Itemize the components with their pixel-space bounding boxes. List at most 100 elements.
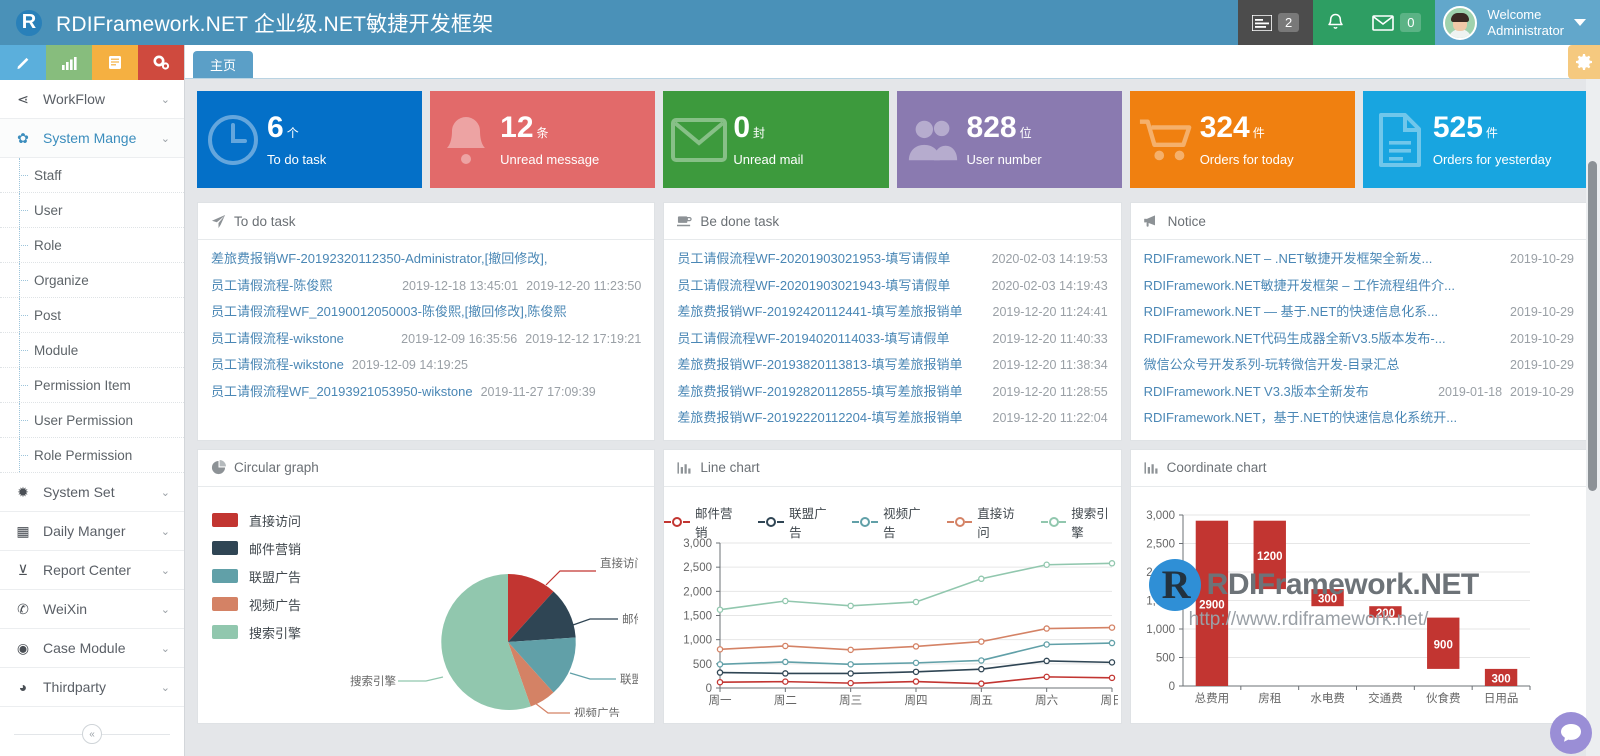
- list-item: 员工请假流程-陈俊熙 2019-12-18 13:45:01 2019-12-20 …: [211, 273, 641, 300]
- list-item-link[interactable]: RDIFramework.NET，基于.NET的快速信息化系统开...: [1144, 405, 1457, 432]
- panel-pie-header: Circular graph: [198, 450, 655, 487]
- sidebar-group-daily-manger[interactable]: ▦ Daily Manger ⌄: [0, 512, 184, 551]
- chevron-down-icon[interactable]: ⌄: [161, 681, 170, 694]
- chat-support-button[interactable]: [1550, 712, 1592, 754]
- x-tick-label: 总费用: [1194, 691, 1229, 705]
- list-item-link[interactable]: RDIFramework.NET代码生成器全新V3.5版本发布-...: [1144, 326, 1446, 353]
- pie-label-0: 直接访问: [600, 556, 638, 570]
- quick-icon-chart[interactable]: [46, 45, 92, 80]
- sidebar-group-thirdparty[interactable]: ◕ Thirdparty ⌄: [0, 668, 184, 707]
- sidebar-item-user[interactable]: User: [0, 193, 184, 228]
- list-item-link[interactable]: 差旅费报销WF-20192420112441-填写差旅报销单: [677, 299, 962, 326]
- brand-area: R RDIFramework.NET 企业级.NET敏捷开发框架: [0, 0, 1238, 45]
- stat-card-unread-mail[interactable]: 0 封 Unread mail: [663, 91, 889, 188]
- list-item-link[interactable]: 差旅费报销WF-20193820113813-填写差旅报销单: [677, 352, 962, 379]
- x-tick-label: 周日: [1101, 694, 1119, 707]
- messages-button[interactable]: 2: [1237, 0, 1314, 45]
- sidebar-item-role[interactable]: Role: [0, 228, 184, 263]
- chevron-down-icon[interactable]: ⌄: [161, 93, 170, 106]
- stat-card-user-number[interactable]: 828 位 User number: [896, 91, 1122, 188]
- chevron-down-icon[interactable]: ⌄: [161, 132, 170, 145]
- mail-button[interactable]: 0: [1358, 0, 1436, 45]
- notifications-button[interactable]: [1313, 0, 1359, 45]
- sidebar-item-module[interactable]: Module: [0, 333, 184, 368]
- stat-card-to-do-task[interactable]: 6 个 To do task: [197, 91, 423, 188]
- y-tick-label: 3,000: [684, 538, 713, 550]
- user-menu[interactable]: Welcome Administrator: [1435, 0, 1600, 45]
- sidebar-item-post[interactable]: Post: [0, 298, 184, 333]
- stat-label: Orders for today: [1199, 151, 1294, 167]
- sidebar-item-staff[interactable]: Staff: [0, 158, 184, 193]
- list-item-link[interactable]: 微信公众号开发系列-玩转微信开发-目录汇总: [1144, 352, 1400, 379]
- sidebar-collapse-button[interactable]: «: [82, 724, 102, 744]
- sidebar-group-case-module[interactable]: ◉ Case Module ⌄: [0, 629, 184, 668]
- pie-label-2: 联盟广告: [620, 672, 638, 686]
- sidebar-group-workflow[interactable]: ⋖ WorkFlow ⌄: [0, 80, 184, 119]
- list-item-link[interactable]: RDIFramework.NET V3.3版本全新发布: [1144, 379, 1369, 406]
- quick-icon-pencil[interactable]: [0, 45, 46, 80]
- chevron-down-icon[interactable]: ⌄: [161, 486, 170, 499]
- sidebar-group-label: WorkFlow: [43, 91, 105, 107]
- list-item-link[interactable]: 员工请假流程WF-20201903021943-填写请假单: [677, 273, 950, 300]
- list-item-link[interactable]: RDIFramework.NET敏捷开发框架 – 工作流程组件介...: [1144, 273, 1455, 300]
- list-item-link[interactable]: 员工请假流程-陈俊熙: [211, 273, 332, 300]
- stat-cards-row: 6 个 To do task 12 条 Unread message 0 封 Unread ma…: [185, 91, 1600, 188]
- list-item-link[interactable]: 员工请假流程-wikstone: [211, 326, 344, 353]
- stat-unit: 位: [1019, 125, 1032, 140]
- wechat-icon: ✆: [17, 600, 29, 617]
- chevron-down-icon[interactable]: ⌄: [161, 603, 170, 616]
- line-point: [913, 642, 920, 650]
- sidebar-item-permission-item[interactable]: Permission Item: [0, 368, 184, 403]
- pencil-icon: [17, 57, 28, 70]
- x-tick-label: 房租: [1258, 692, 1281, 705]
- list-item-link[interactable]: 员工请假流程WF-20194020114033-填写请假单: [677, 326, 949, 353]
- pie-chart: 直接访问 邮件营销 联盟广告 视频广告 搜索引擎 直接访 邮 联盟 视频广告 搜…: [198, 487, 654, 723]
- list-item-link[interactable]: 员工请假流程WF_20193921053950-wikstone: [211, 379, 473, 406]
- sidebar-item-role-permission[interactable]: Role Permission: [0, 438, 184, 473]
- list-item-link[interactable]: 差旅费报销WF-20192820112855-填写差旅报销单: [677, 379, 962, 406]
- document-icon: [1371, 112, 1427, 168]
- list-item-link[interactable]: 员工请假流程-wikstone: [211, 352, 344, 379]
- panel-line-title: Line chart: [700, 460, 760, 475]
- content-scrollbar-thumb[interactable]: [1588, 161, 1597, 491]
- content-scrollbar-track[interactable]: [1586, 79, 1600, 756]
- list-item-link[interactable]: 差旅费报销WF-20192220112204-填写差旅报销单: [677, 405, 962, 432]
- list-item: RDIFramework.NET敏捷开发框架 – 工作流程组件介...: [1144, 273, 1574, 300]
- sidebar-item-label: Post: [34, 307, 62, 323]
- chevron-down-icon[interactable]: ⌄: [161, 642, 170, 655]
- chevron-down-icon[interactable]: [1574, 19, 1586, 26]
- envelope-icon: [671, 112, 728, 168]
- chevron-down-icon[interactable]: ⌄: [161, 525, 170, 538]
- list-item-link[interactable]: RDIFramework.NET — 基于.NET的快速信息化系...: [1144, 299, 1438, 326]
- quick-icon-book[interactable]: [92, 45, 138, 80]
- legend-marker: [758, 516, 785, 528]
- panel-done-header: Be done task: [664, 203, 1121, 240]
- stat-card-orders-for-yesterday[interactable]: 525 件 Orders for yesterday: [1362, 91, 1589, 188]
- sidebar-item-label: Role: [34, 237, 62, 253]
- line-point: [717, 678, 724, 685]
- stat-card-orders-for-today[interactable]: 324 件 Orders for today: [1129, 91, 1355, 188]
- sidebar-group-system-mange[interactable]: ✿ System Mange ⌄: [0, 119, 184, 158]
- line-point: [847, 679, 855, 686]
- app-title: RDIFramework.NET 企业级.NET敏捷开发框架: [56, 12, 494, 36]
- page-settings-button[interactable]: [1568, 45, 1600, 79]
- x-tick-label: 周三: [839, 694, 862, 707]
- quick-icon-gears[interactable]: [138, 45, 184, 80]
- list-item-link[interactable]: RDIFramework.NET – .NET敏捷开发框架全新发...: [1144, 246, 1433, 273]
- chevron-down-icon[interactable]: ⌄: [161, 564, 170, 577]
- sidebar-group-report-center[interactable]: ⊻ Report Center ⌄: [0, 551, 184, 590]
- tab-home[interactable]: 主页: [193, 51, 254, 78]
- sidebar-group-system-set[interactable]: ✹ System Set ⌄: [0, 473, 184, 512]
- list-item-link[interactable]: 员工请假流程WF_20190012050003-陈俊熙,[撤回修改],陈俊熙: [211, 299, 566, 326]
- sidebar-item-user-permission[interactable]: User Permission: [0, 403, 184, 438]
- sidebar-nav: ⋖ WorkFlow ⌄ ✿ System Mange ⌄ Staff User Role Org…: [0, 80, 184, 707]
- list-item-link[interactable]: 员工请假流程WF-20201903021953-填写请假单: [677, 246, 950, 273]
- stat-card-unread-message[interactable]: 12 条 Unread message: [430, 91, 656, 188]
- list-item: 员工请假流程WF-20194020114033-填写请假单 2019-12-20 …: [677, 326, 1107, 353]
- sidebar-group-label: System Mange: [43, 130, 137, 146]
- sidebar-group-weixin[interactable]: ✆ WeiXin ⌄: [0, 590, 184, 629]
- line-point: [847, 660, 855, 668]
- list-item-link[interactable]: 差旅费报销WF-20192320112350-Administrator,[撤回…: [211, 246, 547, 273]
- sidebar-item-organize[interactable]: Organize: [0, 263, 184, 298]
- x-tick-label: 周一: [709, 694, 732, 707]
